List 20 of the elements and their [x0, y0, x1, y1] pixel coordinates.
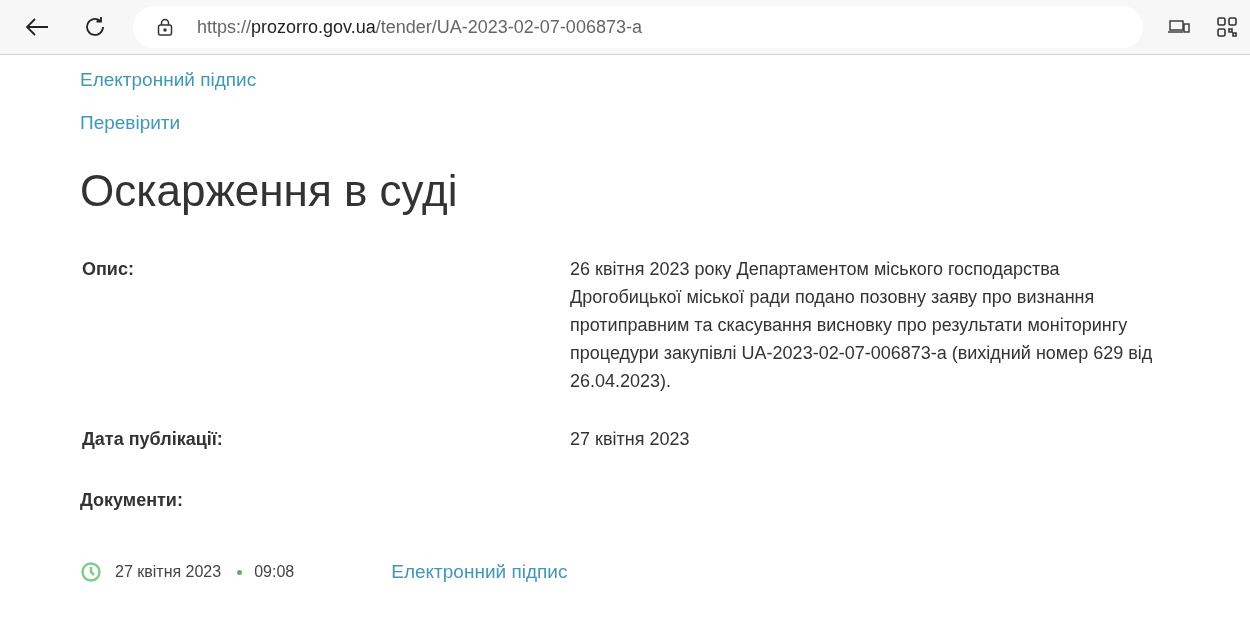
field-label: Опис:	[81, 258, 135, 281]
url-text: https://prozorro.gov.ua/tender/UA-2023-02-07-006873-a	[197, 15, 642, 39]
lock-icon	[157, 18, 173, 36]
link[interactable]: Перевірити	[80, 108, 181, 137]
back-icon	[25, 17, 49, 37]
link[interactable]: Електронний підпис	[80, 66, 257, 95]
document-date: 27 квітня 2023	[115, 562, 222, 583]
qr-code-icon[interactable]	[1216, 16, 1238, 38]
address-bar[interactable]: https://prozorro.gov.ua/tender/UA-2023-02-07-006873-a	[133, 6, 1143, 48]
field-label: Дата публікації:	[81, 428, 224, 451]
clock-icon	[80, 561, 102, 584]
reload-icon	[84, 16, 106, 38]
section-heading: Оскарження в суді	[80, 165, 459, 217]
documents-label: Документи:	[80, 489, 184, 512]
field-value: 27 квітня 2023	[570, 428, 691, 451]
document-link[interactable]: Електронний підпис	[391, 558, 568, 587]
document-time: 09:08	[254, 562, 295, 583]
field-value: 26 квітня 2023 року Департаментом міського господарства Дрогобицької міської ради подано позовну заяву про визнання протиправним та скасування висновку про результати моніторингу процедури закупівлі UA-2023-02-07-006873-а (вихідний номер 629 від 26.04.2023).	[570, 258, 1154, 393]
bullet-icon	[237, 569, 243, 575]
devices-icon[interactable]	[1168, 19, 1190, 35]
